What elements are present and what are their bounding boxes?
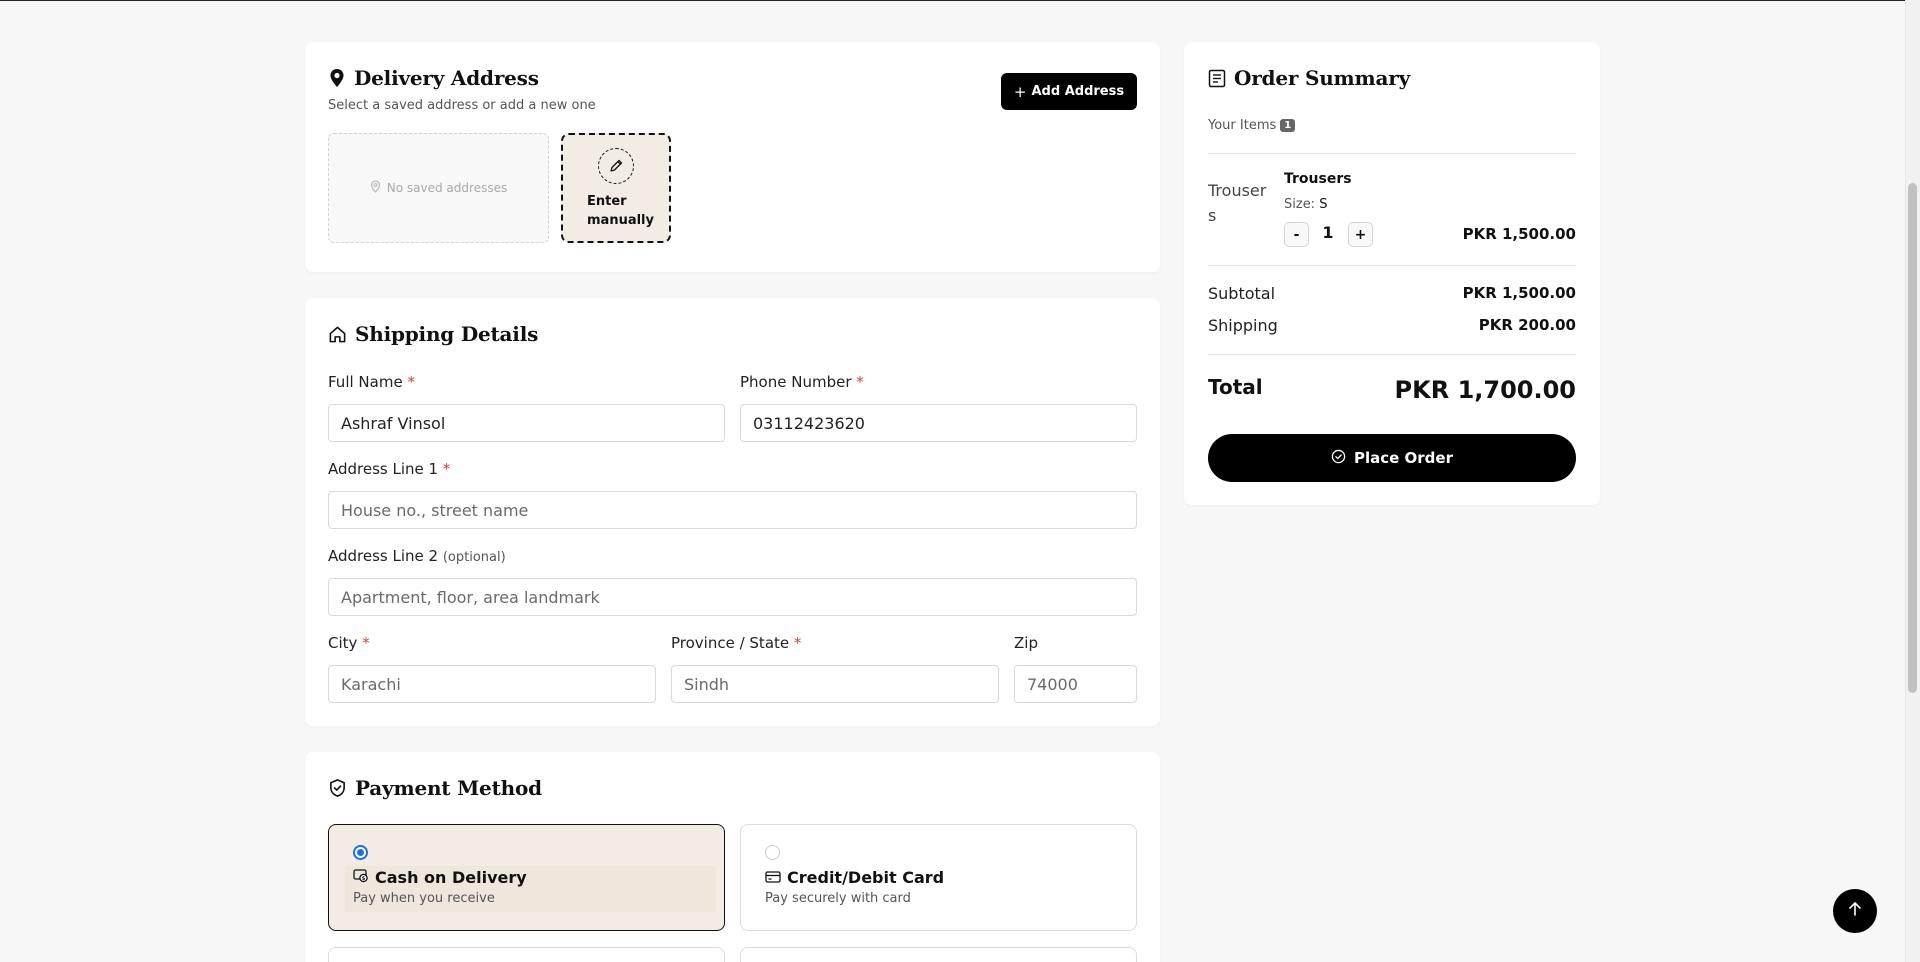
pencil-icon	[598, 148, 634, 184]
no-saved-addresses-box: No saved addresses	[328, 133, 549, 243]
radio-cod[interactable]	[353, 845, 368, 860]
top-border	[0, 0, 1905, 1]
cod-subtitle: Pay when you receive	[353, 891, 495, 906]
city-label: City *	[328, 634, 370, 652]
add-address-label: Add Address	[1031, 84, 1125, 99]
province-input[interactable]: Sindh	[671, 665, 999, 703]
item-size-value: S	[1319, 197, 1328, 212]
card-subtitle: Pay securely with card	[765, 891, 911, 906]
phone-number-input[interactable]: 03112423620	[740, 404, 1137, 442]
divider	[1208, 153, 1576, 154]
address-line2-label: Address Line 2 (optional)	[328, 547, 506, 565]
enter-manually-label: Enter manually	[587, 194, 654, 228]
subtotal-value: PKR 1,500.00	[1462, 284, 1576, 302]
subtotal-label: Subtotal	[1208, 284, 1276, 303]
zip-label: Zip	[1014, 634, 1038, 652]
address-line2-input[interactable]: Apartment, floor, area landmark	[328, 578, 1137, 616]
location-pin-icon-small	[370, 180, 381, 196]
item-image: Trousers	[1208, 181, 1267, 225]
item-price: PKR 1,500.00	[1462, 225, 1576, 243]
city-input[interactable]: Karachi	[328, 665, 656, 703]
full-name-input[interactable]: Ashraf Vinsol	[328, 404, 725, 442]
svg-text:$: $	[362, 876, 366, 882]
phone-number-label: Phone Number *	[740, 373, 864, 391]
shipping-label: Shipping	[1208, 316, 1278, 335]
plus-icon: +	[1013, 82, 1027, 101]
item-size: Size: S	[1284, 197, 1328, 212]
arrow-up-icon	[1848, 901, 1862, 921]
shield-check-icon	[328, 778, 347, 798]
receipt-icon	[1208, 69, 1226, 88]
quantity-value: 1	[1322, 223, 1334, 242]
delivery-subtitle: Select a saved address or add a new one	[328, 98, 596, 113]
payment-title: Payment Method	[355, 776, 542, 800]
divider	[1208, 265, 1576, 266]
delivery-title-row: Delivery Address	[328, 66, 539, 90]
summary-title: Order Summary	[1234, 66, 1410, 90]
quantity-decrease-button[interactable]: -	[1284, 222, 1309, 247]
enter-manually-button[interactable]: Enter manually	[561, 133, 671, 243]
item-name: Trousers	[1284, 171, 1352, 187]
place-order-button[interactable]: Place Order	[1208, 434, 1576, 482]
no-saved-addresses-text: No saved addresses	[386, 181, 508, 195]
shipping-title: Shipping Details	[355, 322, 539, 346]
location-pin-icon	[328, 68, 346, 88]
payment-option-card[interactable]: Credit/Debit Card Pay securely with card	[740, 824, 1137, 931]
add-address-button[interactable]: + Add Address	[1001, 73, 1137, 110]
check-circle-icon	[1331, 449, 1346, 468]
province-label: Province / State *	[671, 634, 802, 652]
zip-input[interactable]: 74000	[1014, 665, 1137, 703]
items-count-badge: 1	[1280, 119, 1296, 132]
quantity-increase-button[interactable]: +	[1348, 222, 1373, 247]
address-line1-input[interactable]: House no., street name	[328, 491, 1137, 529]
address-line1-label: Address Line 1 *	[328, 460, 451, 478]
payment-option-4[interactable]	[740, 947, 1137, 962]
payment-option-cod[interactable]: $ Cash on Delivery Pay when you receive	[328, 824, 725, 931]
divider	[1208, 354, 1576, 355]
cod-title: Cash on Delivery	[375, 868, 527, 887]
delivery-title: Delivery Address	[354, 66, 539, 90]
shipping-title-row: Shipping Details	[328, 322, 538, 346]
home-icon	[328, 325, 347, 344]
card-icon	[765, 868, 781, 887]
payment-title-row: Payment Method	[328, 776, 542, 800]
shipping-value: PKR 200.00	[1478, 316, 1576, 334]
total-value: PKR 1,700.00	[1394, 376, 1576, 404]
cash-icon: $	[353, 868, 369, 887]
payment-option-3[interactable]	[328, 947, 725, 962]
scrollbar-thumb[interactable]	[1908, 183, 1917, 693]
card-title: Credit/Debit Card	[787, 868, 945, 887]
total-label: Total	[1208, 375, 1263, 399]
your-items-label: Your Items 1	[1208, 118, 1296, 133]
summary-title-row: Order Summary	[1208, 66, 1410, 90]
radio-card[interactable]	[765, 845, 780, 860]
scroll-to-top-button[interactable]	[1833, 889, 1877, 933]
full-name-label: Full Name *	[328, 373, 415, 391]
place-order-label: Place Order	[1353, 449, 1453, 467]
